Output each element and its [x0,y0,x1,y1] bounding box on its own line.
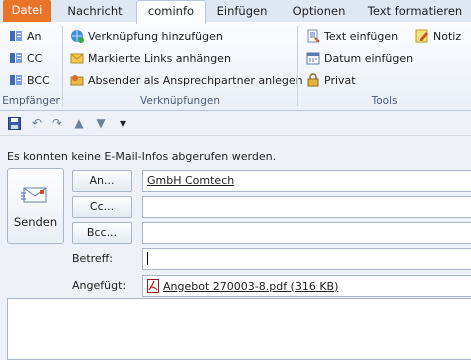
ribbon-an-button[interactable]: An [9,27,42,45]
insert-date-label: Datum einfügen [324,51,414,65]
subject-label: Betreff: [72,252,113,265]
note-button[interactable]: Notiz [415,27,461,45]
ribbon: An CC BCC Empfänger Verknüpfung hinzufüg… [0,22,471,111]
address-book-icon [9,29,23,43]
send-label: Senden [13,215,58,229]
ribbon-bcc-label: BCC [27,73,50,87]
cc-field[interactable] [142,196,471,218]
ribbon-bcc-button[interactable]: BCC [9,71,50,89]
group-separator [297,26,298,106]
to-recipient[interactable]: GmbH Comtech [147,174,234,187]
calendar-icon [306,51,320,65]
note-label: Notiz [433,29,462,43]
contact-mail-icon [70,73,84,87]
group-label-verknuepfungen: Verknüpfungen [140,95,220,107]
insert-text-icon [306,29,320,43]
globe-link-icon [70,29,84,43]
tab-cominfo[interactable]: cominfo [136,0,206,24]
group-label-empfaenger: Empfänger [2,95,60,107]
text-cursor [147,252,148,265]
ribbon-tab-bar: Datei Nachricht cominfo Einfügen Optione… [0,0,471,24]
insert-text-label: Text einfügen [324,29,399,43]
insert-text-button[interactable]: Text einfügen [306,27,398,45]
ribbon-cc-label: CC [27,51,43,65]
ribbon-cc-button[interactable]: CC [9,49,42,67]
message-body[interactable] [7,298,471,360]
insert-date-button[interactable]: Datum einfügen [306,49,413,67]
down-arrow-icon[interactable]: ▼ [94,116,108,130]
attachment-name: Angebot 270003-8.pdf (316 KB) [163,279,339,293]
save-icon[interactable] [7,116,21,130]
tab-einfuegen[interactable]: Einfügen [210,1,274,22]
attachment-item[interactable]: Angebot 270003-8.pdf (316 KB) [147,279,338,293]
to-button[interactable]: An... [72,170,132,192]
group-label-tools: Tools [371,95,398,107]
up-arrow-icon[interactable]: ▲ [72,116,86,130]
private-button[interactable]: Privat [306,71,356,89]
add-link-button[interactable]: Verknüpfung hinzufügen [70,27,223,45]
attach-marked-links-label: Markierte Links anhängen [88,51,231,65]
cc-button[interactable]: Cc... [72,196,132,218]
undo-icon[interactable]: ↶ [30,116,44,130]
tab-text-formatieren[interactable]: Text formatieren [362,1,468,22]
attached-label: Angefügt: [72,279,127,292]
redo-icon[interactable]: ↷ [50,116,64,130]
mail-attach-icon [70,51,84,65]
attachment-field: Angebot 270003-8.pdf (316 KB) [142,275,471,297]
send-button[interactable]: Senden [7,168,64,244]
attach-marked-links-button[interactable]: Markierte Links anhängen [70,49,231,67]
bcc-button[interactable]: Bcc... [72,222,132,244]
private-label: Privat [324,73,356,87]
ribbon-an-label: An [27,29,42,43]
to-field[interactable]: GmbH Comtech [142,170,471,192]
pdf-icon [147,279,159,293]
send-mail-icon [21,183,49,210]
add-link-label: Verknüpfung hinzufügen [88,29,223,43]
sender-as-contact-label: Absender als Ansprechpartner anlegen [88,73,303,87]
bcc-field[interactable] [142,222,471,244]
tab-datei[interactable]: Datei [3,0,51,22]
sender-as-contact-button[interactable]: Absender als Ansprechpartner anlegen [70,71,303,89]
info-message: Es konnten keine E-Mail-Infos abgerufen … [7,150,277,163]
tab-nachricht[interactable]: Nachricht [60,1,130,22]
lock-icon [306,73,320,87]
tab-optionen[interactable]: Optionen [284,1,354,22]
customize-icon[interactable]: ▾ [116,116,130,130]
subject-field[interactable] [142,248,471,270]
address-book-icon [9,51,23,65]
quick-access-toolbar: ↶ ↷ ▲ ▼ ▾ [0,111,471,136]
note-icon [415,29,429,43]
address-book-icon [9,73,23,87]
group-separator [62,26,63,106]
